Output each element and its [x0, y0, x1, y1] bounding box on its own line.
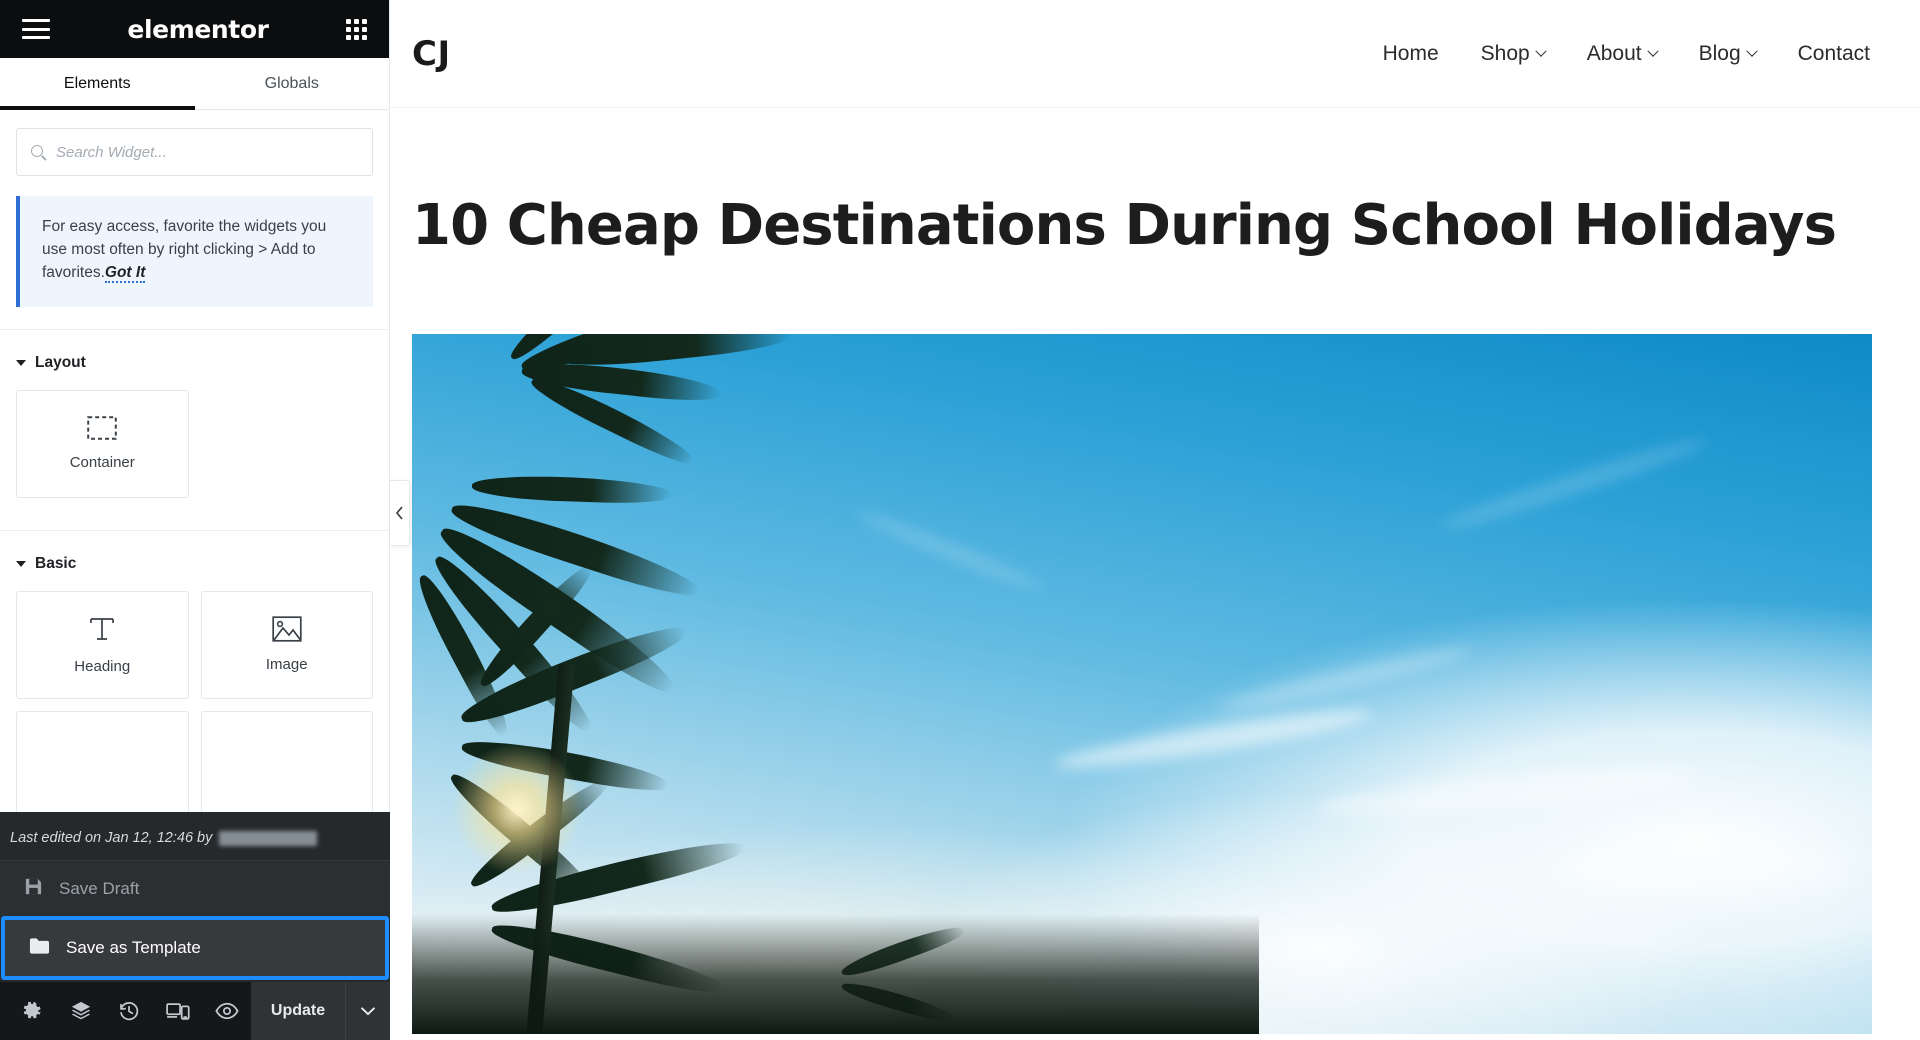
widget-image[interactable]: Image: [200, 590, 373, 699]
tab-globals[interactable]: Globals: [195, 58, 390, 109]
caret-down-icon: [16, 359, 26, 366]
nav-label: Shop: [1480, 41, 1530, 65]
section-layout: Layout Container: [0, 328, 389, 508]
section-basic-widgets: Heading Image: [0, 585, 389, 829]
widget-placeholder[interactable]: [16, 710, 189, 819]
elementor-editor: elementor Elements Globals For easy acce…: [0, 0, 1920, 1040]
folder-icon: [29, 937, 50, 960]
cloud-wisp: [1550, 838, 1851, 899]
featured-image[interactable]: [412, 334, 1872, 1035]
section-basic-header[interactable]: Basic: [0, 531, 389, 585]
widget-placeholder[interactable]: [200, 710, 373, 819]
search-input[interactable]: [56, 143, 358, 161]
chevron-down-icon: [1535, 45, 1547, 57]
update-button[interactable]: Update: [250, 982, 346, 1040]
favorites-notice: For easy access, favorite the widgets yo…: [16, 196, 373, 307]
chevron-down-icon: [1646, 45, 1659, 57]
nav-item-about[interactable]: About: [1586, 41, 1659, 66]
save-as-template-highlight: Save as Template: [1, 916, 389, 980]
section-layout-widgets: Container: [0, 384, 389, 508]
panel-collapse-handle[interactable]: [390, 480, 410, 546]
site-logo[interactable]: CJ: [412, 34, 451, 74]
featured-image-container: [390, 258, 1920, 1035]
nav-item-shop[interactable]: Shop: [1480, 41, 1547, 66]
search-widget-container: [0, 110, 389, 184]
panel-footer: Last edited on Jan 12, 12:46 by Save Dra…: [0, 812, 391, 1040]
chevron-down-icon: [1745, 45, 1758, 57]
foreground-foliage: [412, 914, 1259, 1035]
notice-text: For easy access, favorite the widgets yo…: [42, 216, 351, 285]
section-basic: Basic Heading Image: [0, 529, 389, 829]
nav-item-blog[interactable]: Blog: [1698, 41, 1758, 66]
settings-gear-icon[interactable]: [8, 982, 57, 1040]
chevron-down-icon[interactable]: [345, 982, 391, 1040]
save-draft-label: Save Draft: [59, 878, 140, 898]
heading-text-icon: [87, 614, 117, 644]
widget-heading[interactable]: Heading: [16, 590, 189, 699]
nav-item-contact[interactable]: Contact: [1798, 42, 1870, 66]
responsive-device-icon[interactable]: [154, 982, 203, 1040]
grid-apps-icon[interactable]: [345, 18, 367, 40]
nav-label: Contact: [1797, 41, 1870, 65]
panel-header: elementor: [0, 0, 389, 58]
widget-container-label: Container: [69, 454, 135, 472]
notice-body: For easy access, favorite the widgets yo…: [42, 218, 327, 281]
section-layout-header[interactable]: Layout: [0, 330, 389, 384]
tab-elements[interactable]: Elements: [0, 58, 195, 110]
save-draft-button[interactable]: Save Draft: [0, 860, 390, 916]
editor-bottom-toolbar: Update: [0, 982, 391, 1040]
page-title: 10 Cheap Destinations During School Holi…: [412, 193, 1837, 258]
preview-eye-icon[interactable]: [202, 982, 251, 1040]
section-basic-title: Basic: [35, 554, 77, 572]
nav-label: Blog: [1698, 41, 1741, 65]
section-layout-title: Layout: [35, 353, 86, 371]
nav-label: Home: [1382, 41, 1439, 65]
site-header: CJ Home Shop About Blog Contact: [390, 0, 1920, 108]
site-preview: CJ Home Shop About Blog Contact 10 Cheap…: [390, 0, 1920, 1040]
got-it-link[interactable]: Got It: [104, 263, 146, 283]
search-box[interactable]: [16, 128, 373, 176]
image-picture-icon: [272, 616, 302, 642]
navigator-layers-icon[interactable]: [57, 982, 106, 1040]
history-clock-icon[interactable]: [105, 982, 154, 1040]
container-icon: [87, 416, 118, 441]
nav-label: About: [1586, 41, 1642, 65]
elementor-logo: elementor: [127, 14, 269, 44]
site-nav: Home Shop About Blog Contact: [1383, 42, 1870, 66]
save-as-template-label: Save as Template: [66, 938, 201, 957]
last-edited-text: Last edited on Jan 12, 12:46 by: [10, 830, 213, 846]
floppy-disk-icon: [24, 877, 43, 901]
caret-down-icon: [16, 560, 26, 567]
panel-tabs: Elements Globals: [0, 58, 389, 110]
save-as-template-button[interactable]: Save as Template: [5, 920, 385, 976]
widget-container[interactable]: Container: [16, 389, 189, 498]
last-edited-status: Last edited on Jan 12, 12:46 by: [0, 812, 390, 860]
editor-panel: elementor Elements Globals For easy acce…: [0, 0, 391, 1040]
hamburger-icon[interactable]: [22, 19, 50, 39]
search-icon: [31, 144, 46, 160]
widget-image-label: Image: [265, 656, 308, 674]
last-edited-author-redacted: [219, 830, 318, 846]
widget-heading-label: Heading: [74, 658, 131, 676]
nav-item-home[interactable]: Home: [1383, 42, 1439, 66]
